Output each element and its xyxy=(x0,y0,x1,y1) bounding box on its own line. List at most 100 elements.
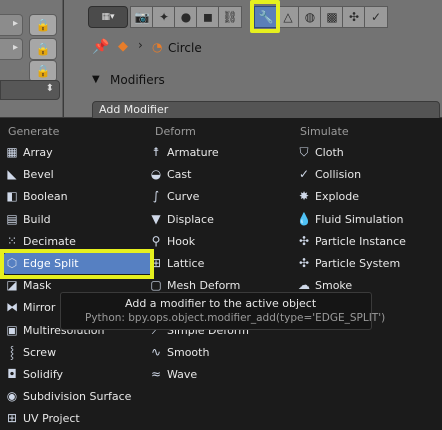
menu-item-collision[interactable]: ✓ Collision xyxy=(296,164,436,185)
menu-item-fluid-simulation[interactable]: 💧 Fluid Simulation xyxy=(296,209,436,230)
lock-button[interactable]: 🔒 xyxy=(29,38,57,60)
menu-item-label: Solidify xyxy=(23,368,64,381)
texture-icon: ▩ xyxy=(326,10,338,24)
tab-physics[interactable]: ✓ xyxy=(364,6,388,28)
menu-item-armature[interactable]: ☨ Armature xyxy=(148,142,288,163)
tab-world[interactable]: ● xyxy=(174,6,198,28)
tab-object[interactable]: ◼ xyxy=(196,6,220,28)
object-name: Circle xyxy=(168,41,202,55)
menu-item-screw[interactable]: ⸾ Screw xyxy=(4,342,152,363)
constraints-icon: ⛓ xyxy=(222,10,238,24)
physics-icon: ✓ xyxy=(370,10,382,24)
menu-item-array[interactable]: ▦ Array xyxy=(4,142,152,163)
lock-icon: 🔒 xyxy=(35,18,51,32)
world-icon: ● xyxy=(180,10,192,24)
add-modifier-button[interactable]: Add Modifier xyxy=(92,101,440,119)
menu-item-label: Armature xyxy=(167,146,219,159)
menu-item-uv-project[interactable]: ⊞ UV Project xyxy=(4,408,152,429)
chevron-right-icon: › xyxy=(138,38,143,52)
tooltip-python: Python: bpy.ops.object.modifier_add(type… xyxy=(85,312,386,324)
subdivision-icon: ◉ xyxy=(6,389,18,404)
menu-item-cloth[interactable]: ⛉ Cloth xyxy=(296,142,436,163)
menu-item-hook[interactable]: ⚲ Hook xyxy=(148,231,288,252)
menu-item-particle-system[interactable]: ✣ Particle System xyxy=(296,253,436,274)
solidify-icon: ◘ xyxy=(7,367,17,381)
column-header-simulate: Simulate xyxy=(300,125,349,138)
multiresolution-icon: ▣ xyxy=(6,322,18,337)
cast-icon: ◒ xyxy=(150,167,162,182)
left-panel-strip: ▸ 🔒 ▸ 🔒 🔒 ⬍ xyxy=(0,0,63,117)
modifier-tab-highlight xyxy=(250,0,280,33)
menu-item-boolean[interactable]: ◧ Boolean xyxy=(4,186,152,207)
menu-item-wave[interactable]: ≈ Wave xyxy=(148,364,288,385)
object-icon: ◼ xyxy=(203,10,213,24)
tab-render[interactable]: 📷 xyxy=(130,6,154,28)
edge-split-highlight xyxy=(0,249,154,279)
menu-item-particle-instance[interactable]: ✣ Particle Instance xyxy=(296,231,436,252)
tab-scene[interactable]: ✦ xyxy=(152,6,176,28)
menu-item-label: Cloth xyxy=(315,146,344,159)
object-data-icon: ◆ xyxy=(118,39,128,54)
tab-particles[interactable]: ✣ xyxy=(342,6,366,28)
explode-icon: ✸ xyxy=(298,189,310,204)
menu-item-smooth[interactable]: ∿ Smooth xyxy=(148,342,288,363)
tab-texture[interactable]: ▩ xyxy=(320,6,344,28)
menu-item-label: Build xyxy=(23,212,51,226)
menu-item-label: Wave xyxy=(167,368,198,381)
mirror-icon: ⧓ xyxy=(6,300,18,315)
view-select[interactable]: ▦▾ xyxy=(88,6,128,28)
menu-item-label: Curve xyxy=(167,190,200,204)
screw-icon: ⸾ xyxy=(9,344,15,359)
menu-item-lattice[interactable]: ⊞ Lattice xyxy=(148,253,288,274)
menu-item-label: Smooth xyxy=(167,345,210,359)
tab-constraints[interactable]: ⛓ xyxy=(218,6,242,28)
menu-item-label: Fluid Simulation xyxy=(315,212,404,226)
menu-item-label: Collision xyxy=(315,168,362,182)
build-icon: ▤ xyxy=(6,211,18,226)
pin-icon[interactable]: 📌 xyxy=(92,39,109,55)
left-field-row: ▸ 🔒 xyxy=(0,14,60,36)
menu-item-label: Boolean xyxy=(23,190,68,204)
menu-item-label: Mirror xyxy=(23,301,56,315)
uv-project-icon: ⊞ xyxy=(6,411,18,426)
menu-item-solidify[interactable]: ◘ Solidify xyxy=(4,364,152,385)
material-icon: ◍ xyxy=(304,10,316,24)
menu-item-cast[interactable]: ◒ Cast xyxy=(148,164,288,185)
scene-icon: ✦ xyxy=(158,10,170,24)
menu-item-bevel[interactable]: ◣ Bevel xyxy=(4,164,152,185)
menu-item-label: Screw xyxy=(23,345,57,359)
menu-item-explode[interactable]: ✸ Explode xyxy=(296,186,436,207)
left-field[interactable]: ▸ xyxy=(0,38,23,60)
menu-item-curve[interactable]: ∫ Curve xyxy=(148,186,288,207)
cloth-icon: ⛉ xyxy=(299,145,309,159)
collision-icon: ✓ xyxy=(298,167,310,182)
left-field-row: 🔒 xyxy=(0,60,60,82)
tab-material[interactable]: ◍ xyxy=(298,6,322,28)
data-icon: △ xyxy=(283,10,293,24)
particles-icon: ✣ xyxy=(348,10,360,24)
smooth-icon: ∿ xyxy=(150,344,162,359)
tooltip: Add a modifier to the active object Pyth… xyxy=(60,292,385,330)
menu-item-label: Particle System xyxy=(315,257,401,270)
wave-icon: ≈ xyxy=(150,367,162,381)
left-dropdown[interactable]: ⬍ xyxy=(0,80,60,100)
mesh-circle-icon: ◔ xyxy=(152,40,163,54)
lock-button[interactable]: 🔒 xyxy=(29,60,57,82)
bevel-icon: ◣ xyxy=(7,167,17,182)
menu-item-label: Subdivision Surface xyxy=(23,390,132,404)
left-field[interactable]: ▸ xyxy=(0,14,23,36)
lock-button[interactable]: 🔒 xyxy=(29,14,57,36)
menu-item-label: Hook xyxy=(167,234,196,248)
menu-item-label: Cast xyxy=(167,168,192,182)
menu-item-label: Lattice xyxy=(167,257,205,270)
menu-item-label: UV Project xyxy=(23,412,80,426)
collapse-triangle-icon: ▼ xyxy=(92,74,100,85)
menu-item-label: Displace xyxy=(167,212,214,226)
column-header-deform: Deform xyxy=(155,125,196,138)
menu-item-build[interactable]: ▤ Build xyxy=(4,209,152,230)
lock-icon: 🔒 xyxy=(35,64,51,78)
fluid-icon: 💧 xyxy=(296,211,312,226)
menu-item-displace[interactable]: ▼ Displace xyxy=(148,209,288,230)
chevron-right-icon: ▸ xyxy=(12,42,18,53)
menu-item-subdivision-surface[interactable]: ◉ Subdivision Surface xyxy=(4,386,152,407)
